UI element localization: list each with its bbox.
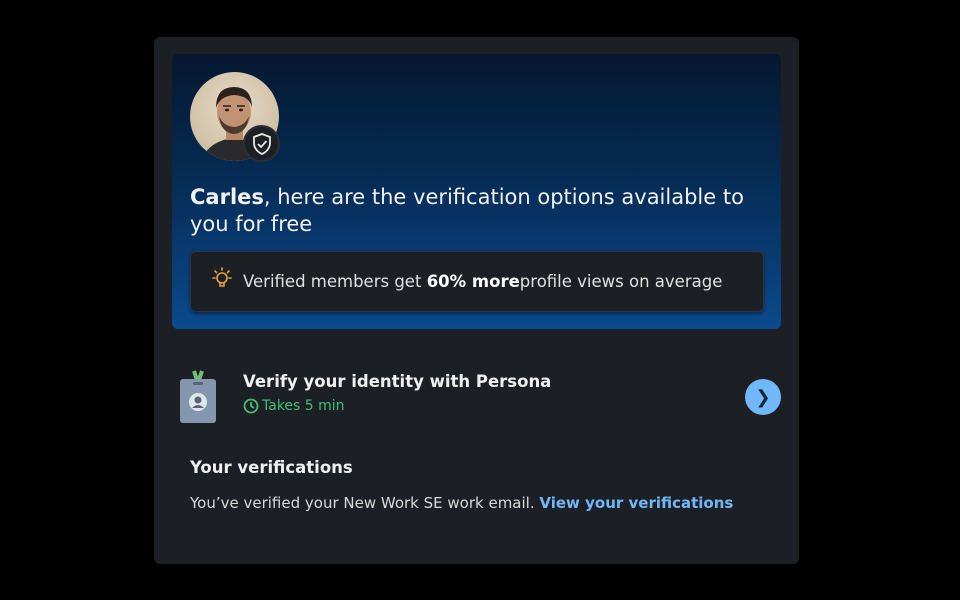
shield-check-icon <box>243 125 280 162</box>
persona-title: Verify your identity with Persona <box>243 372 552 391</box>
persona-duration: Takes 5 min <box>243 398 345 414</box>
headline-text: , here are the verification options avai… <box>190 185 744 236</box>
your-verifications-text: You’ve verified your New Work SE work em… <box>190 494 733 512</box>
persona-verification-option[interactable]: Verify your identity with Persona Takes … <box>172 367 781 427</box>
tip-prefix: Verified members get <box>243 272 422 291</box>
tip-banner: Verified members get 60% more profile vi… <box>190 251 764 312</box>
verification-card: Carles, here are the verification option… <box>154 37 799 564</box>
id-badge-icon <box>180 370 216 423</box>
tip-suffix: profile views on average <box>519 272 723 291</box>
clock-icon <box>243 398 259 414</box>
lightbulb-icon <box>212 266 232 287</box>
your-verifications-heading: Your verifications <box>190 458 353 477</box>
view-verifications-link[interactable]: View your verifications <box>539 494 733 512</box>
verification-status: You’ve verified your New Work SE work em… <box>190 494 540 512</box>
tip-highlight: 60% more <box>426 272 520 291</box>
profile-avatar-group <box>190 72 282 164</box>
hero-banner: Carles, here are the verification option… <box>172 54 781 329</box>
persona-time-label: Takes 5 min <box>262 398 345 414</box>
persona-open-button[interactable]: ❯ <box>745 379 781 415</box>
member-name: Carles <box>190 185 264 209</box>
headline: Carles, here are the verification option… <box>190 184 760 238</box>
chevron-right-icon: ❯ <box>755 386 771 408</box>
